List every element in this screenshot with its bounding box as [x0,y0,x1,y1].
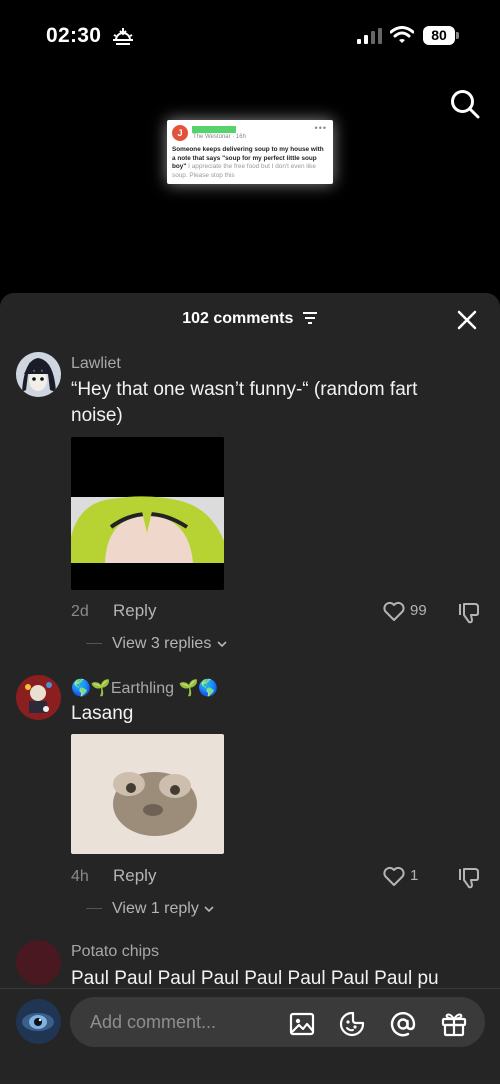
heart-icon [383,866,405,886]
avatar[interactable] [16,940,61,985]
search-icon[interactable] [449,88,481,120]
comment-input[interactable] [70,997,485,1047]
image-icon[interactable] [288,1010,316,1038]
post-author-avatar: J [172,125,188,141]
comment-username[interactable]: Potato chips [71,943,159,961]
comments-sheet: 102 comments Lawliet “Hey that one wasn’… [0,293,500,1084]
comment-username[interactable]: Lawliet [71,355,121,373]
comment-input-bar [0,990,500,1084]
input-divider [0,988,500,989]
view-replies-label: View 1 reply [112,900,199,917]
chevron-down-icon [204,906,214,912]
dislike-icon[interactable] [457,601,481,625]
battery-indicator: 80 [423,26,455,45]
view-replies-button[interactable]: View 3 replies [86,635,228,653]
comment-username[interactable]: 🌎🌱Earthling 🌱🌎 [71,678,218,698]
avatar[interactable] [16,675,61,720]
reply-button[interactable]: Reply [113,866,156,886]
avatar-image [16,675,61,720]
comment-age: 2d [71,603,89,620]
wifi-icon [390,26,414,43]
like-button[interactable]: 1 [382,864,432,888]
like-count: 99 [410,602,427,619]
sunset-icon [113,28,133,45]
post-preview-card[interactable]: J The Westonar · 16h ••• Someone keeps d… [167,120,333,184]
post-meta: The Westonar · 16h [193,134,246,140]
comment-media-image[interactable] [71,734,224,854]
divider-line [86,643,102,645]
comment-age: 4h [71,868,89,885]
divider-line [86,908,102,910]
my-avatar[interactable] [16,999,61,1044]
comment-item: Potato chips Paul Paul Paul Paul Paul Pa… [0,933,500,993]
avatar[interactable] [16,352,61,397]
status-bar: 02:30 80 [0,0,500,74]
post-text: Someone keeps delivering soup to my hous… [172,146,328,180]
signal-icon [357,28,382,44]
like-button[interactable]: 99 [382,599,432,623]
comments-count: 102 comments [182,310,294,327]
mention-icon[interactable] [389,1010,417,1038]
emoji-icon[interactable] [338,1010,366,1038]
status-time: 02:30 [46,24,102,47]
like-count: 1 [410,867,419,884]
avatar-image [16,999,61,1044]
post-author-name-highlight [192,126,236,133]
post-text-faint: I appreciate the free food but I don't e… [172,163,316,179]
media-image [71,437,224,590]
comments-header: 102 comments [0,293,500,345]
comment-item: Lawliet “Hey that one wasn’t funny-“ (ra… [0,345,500,675]
heart-icon [383,601,405,621]
filter-icon [302,312,317,324]
avatar-image [16,352,61,397]
comment-media-image[interactable] [71,437,224,590]
view-replies-label: View 3 replies [112,635,212,652]
comments-count-button[interactable]: 102 comments [0,310,500,328]
chevron-down-icon [217,641,227,647]
close-icon[interactable] [455,308,479,332]
gift-icon[interactable] [440,1010,468,1038]
media-image [71,734,224,854]
battery-nub [456,32,459,39]
comment-item: 🌎🌱Earthling 🌱🌎 Lasang 4h Reply 1 View 1 … [0,668,500,933]
more-options-icon: ••• [314,123,327,133]
comment-text: “Hey that one wasn’t funny-“ (random far… [71,379,418,426]
view-replies-button[interactable]: View 1 reply [86,900,215,918]
dislike-icon[interactable] [457,866,481,890]
reply-button[interactable]: Reply [113,601,156,621]
comment-text: Lasang [71,703,134,724]
